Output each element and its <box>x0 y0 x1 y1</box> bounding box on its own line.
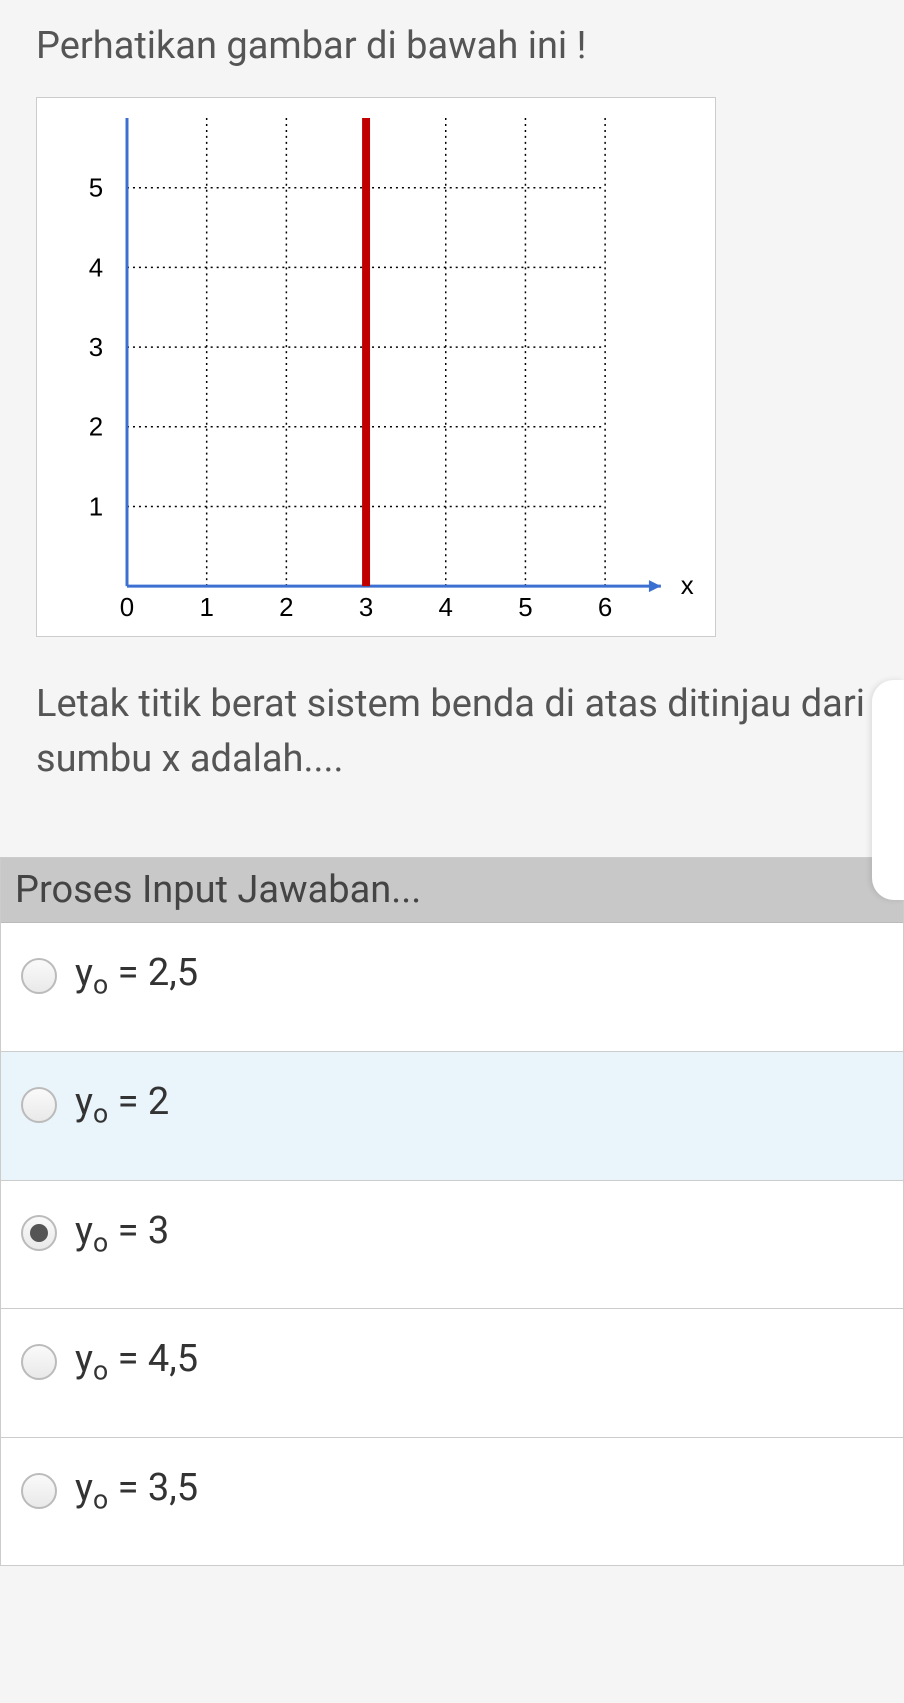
radio-icon[interactable] <box>21 958 57 994</box>
svg-text:5: 5 <box>89 175 103 203</box>
svg-text:3: 3 <box>89 334 103 362</box>
svg-text:2: 2 <box>89 414 103 442</box>
option-label: yo = 2 <box>75 1080 169 1130</box>
svg-text:4: 4 <box>89 255 103 283</box>
chart-figure: 0123456123456xy <box>36 97 716 637</box>
radio-icon[interactable] <box>21 1473 57 1509</box>
answer-option-2[interactable]: yo = 3 <box>1 1181 903 1310</box>
option-label: yo = 2,5 <box>75 951 198 1001</box>
radio-icon[interactable] <box>21 1215 57 1251</box>
option-label: yo = 4,5 <box>75 1337 198 1387</box>
svg-text:5: 5 <box>518 594 532 622</box>
svg-text:1: 1 <box>89 494 103 522</box>
answer-option-4[interactable]: yo = 3,5 <box>1 1438 903 1566</box>
svg-text:2: 2 <box>279 594 293 622</box>
svg-text:4: 4 <box>439 594 453 622</box>
svg-text:1: 1 <box>199 594 213 622</box>
svg-text:3: 3 <box>359 594 373 622</box>
answer-option-1[interactable]: yo = 2 <box>1 1052 903 1181</box>
answer-option-0[interactable]: yo = 2,5 <box>1 923 903 1052</box>
svg-text:x: x <box>681 572 694 600</box>
radio-icon[interactable] <box>21 1344 57 1380</box>
option-label: yo = 3 <box>75 1209 169 1259</box>
svg-text:6: 6 <box>598 594 612 622</box>
option-label: yo = 3,5 <box>75 1466 198 1516</box>
answer-header: Proses Input Jawaban... <box>1 858 903 923</box>
radio-icon[interactable] <box>21 1087 57 1123</box>
answer-option-3[interactable]: yo = 4,5 <box>1 1309 903 1438</box>
question-text: Letak titik berat sistem benda di atas d… <box>36 677 868 787</box>
answer-panel: Proses Input Jawaban... yo = 2,5 yo = 2 yo… <box>0 857 904 1566</box>
svg-text:0: 0 <box>120 594 134 622</box>
chart-svg: 0123456123456xy <box>57 118 705 626</box>
side-drawer-tab[interactable] <box>872 680 904 900</box>
svg-text:6: 6 <box>89 118 103 123</box>
instruction-text: Perhatikan gambar di bawah ini ! <box>36 20 868 73</box>
